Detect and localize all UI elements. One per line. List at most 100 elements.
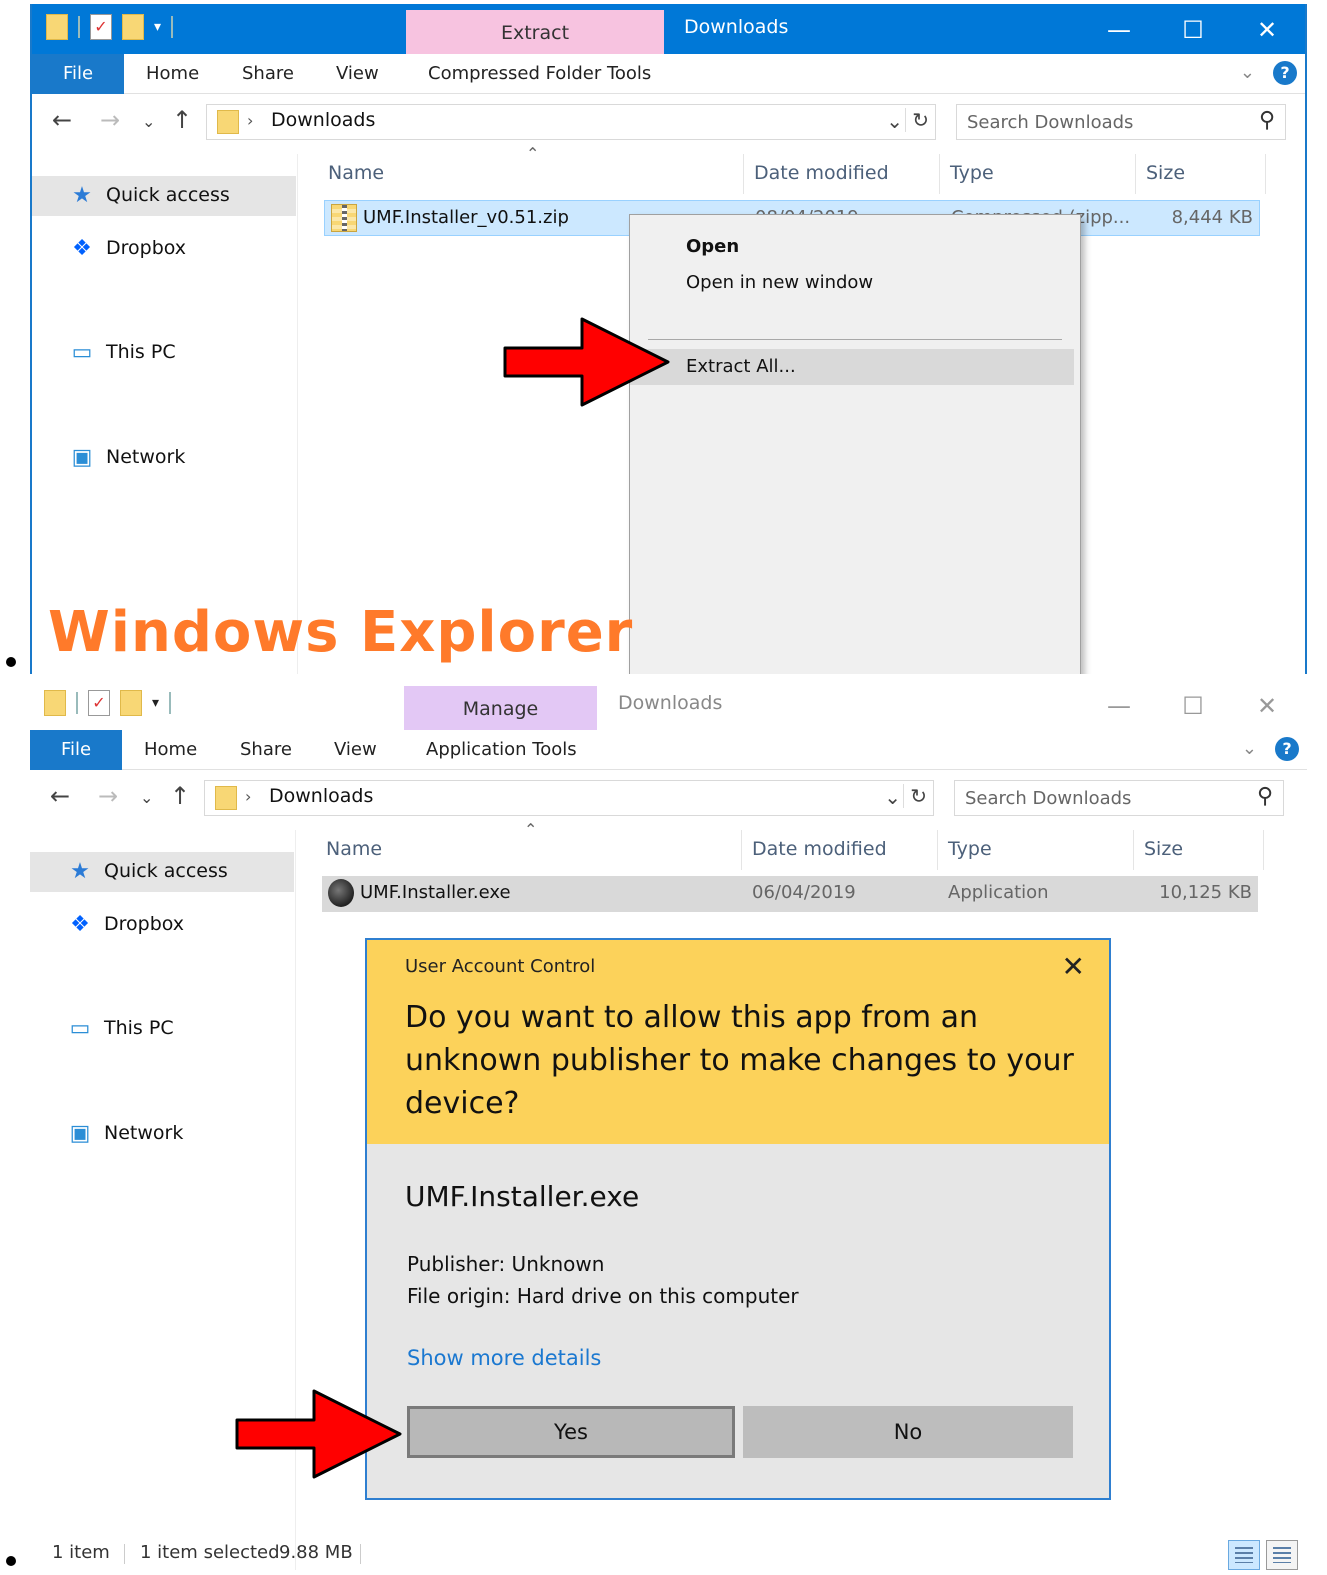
tab-share[interactable]: Share	[240, 730, 292, 770]
maximize-button[interactable]: ☐	[1156, 10, 1230, 50]
dropbox-icon: ❖	[72, 236, 92, 261]
address-dropdown-icon[interactable]: ⌄	[884, 785, 901, 809]
column-header-type[interactable]: Type	[940, 154, 1136, 194]
explorer-window-exe: ✓ ▾ Manage Downloads — ☐ ✕ File Home Sha…	[30, 680, 1307, 1575]
address-bar[interactable]: › Downloads ⌄ ↻	[206, 104, 936, 140]
details-view-icon[interactable]	[1228, 1540, 1260, 1570]
status-item-count: 1 item	[52, 1542, 110, 1563]
breadcrumb-chevron-icon[interactable]: ›	[247, 111, 253, 130]
breadcrumb-downloads[interactable]: Downloads	[271, 109, 375, 131]
file-row[interactable]: UMF.Installer.exe 06/04/2019 Application…	[322, 876, 1258, 912]
large-icons-view-icon[interactable]	[1266, 1540, 1298, 1570]
back-arrow-icon[interactable]: ←	[50, 782, 70, 810]
column-header-name[interactable]: Name	[318, 154, 744, 194]
back-arrow-icon[interactable]: ←	[52, 106, 72, 134]
file-date: 06/04/2019	[752, 882, 856, 903]
file-size: 8,444 KB	[1171, 207, 1253, 228]
properties-icon[interactable]: ✓	[90, 14, 112, 40]
file-size: 10,125 KB	[1159, 882, 1252, 903]
search-icon[interactable]: ⚲	[1259, 108, 1275, 133]
tab-home[interactable]: Home	[144, 730, 197, 770]
recent-locations-icon[interactable]: ⌄	[140, 788, 153, 807]
forward-arrow-icon[interactable]: →	[98, 782, 118, 810]
minimize-button[interactable]: —	[1082, 686, 1156, 726]
forward-arrow-icon[interactable]: →	[100, 106, 120, 134]
uac-question: Do you want to allow this app from an un…	[405, 1000, 1074, 1121]
menu-separator	[648, 339, 1062, 340]
show-more-details-link[interactable]: Show more details	[407, 1346, 601, 1370]
no-button[interactable]: No	[743, 1406, 1073, 1458]
tab-application-tools[interactable]: Application Tools	[426, 730, 577, 770]
up-arrow-icon[interactable]: ↑	[170, 782, 190, 810]
tab-file[interactable]: File	[30, 730, 122, 770]
nav-label: Quick access	[104, 860, 228, 882]
properties-icon[interactable]: ✓	[88, 690, 110, 716]
menu-item-extract-all[interactable]: Extract All...	[630, 349, 1074, 385]
nav-label: This PC	[106, 341, 176, 363]
nav-item-network[interactable]: ▣ Network	[30, 1114, 294, 1154]
tab-view[interactable]: View	[334, 730, 377, 770]
star-icon: ★	[70, 859, 90, 884]
menu-item-open-new-window[interactable]: Open in new window	[630, 265, 1074, 301]
red-arrow-annotation	[503, 317, 670, 407]
new-folder-icon[interactable]	[122, 14, 144, 40]
nav-item-network[interactable]: ▣ Network	[32, 438, 296, 478]
refresh-icon[interactable]: ↻	[903, 784, 927, 808]
folder-icon[interactable]	[46, 14, 68, 40]
search-input[interactable]	[967, 109, 1237, 135]
search-icon[interactable]: ⚲	[1257, 784, 1273, 809]
maximize-button[interactable]: ☐	[1156, 686, 1230, 726]
expand-ribbon-icon[interactable]: ⌄	[1240, 62, 1255, 83]
uac-app-name: UMF.Installer.exe	[405, 1180, 640, 1213]
nav-item-quick-access[interactable]: ★ Quick access	[30, 852, 294, 892]
tab-compressed-folder-tools[interactable]: Compressed Folder Tools	[428, 54, 651, 94]
search-input[interactable]	[965, 785, 1235, 811]
yes-button[interactable]: Yes	[407, 1406, 735, 1458]
search-box[interactable]: ⚲	[956, 104, 1286, 140]
toolbar-separator	[76, 692, 78, 714]
nav-item-this-pc[interactable]: ▭ This PC	[30, 1009, 294, 1049]
close-icon[interactable]: ✕	[1062, 950, 1085, 983]
tab-share[interactable]: Share	[242, 54, 294, 94]
up-arrow-icon[interactable]: ↑	[172, 106, 192, 134]
customize-toolbar-icon[interactable]: ▾	[154, 19, 161, 35]
menu-item-open[interactable]: Open	[630, 229, 1074, 265]
column-header-size[interactable]: Size	[1134, 830, 1264, 870]
column-header-type[interactable]: Type	[938, 830, 1134, 870]
expand-ribbon-icon[interactable]: ⌄	[1242, 738, 1257, 759]
contextual-tab-header: Extract	[406, 10, 664, 56]
column-header-size[interactable]: Size	[1136, 154, 1266, 194]
help-icon[interactable]: ?	[1275, 737, 1299, 761]
computer-icon: ▭	[71, 340, 93, 365]
file-name: UMF.Installer.exe	[360, 882, 511, 903]
tab-home[interactable]: Home	[146, 54, 199, 94]
column-header-name[interactable]: Name	[316, 830, 742, 870]
nav-item-dropbox[interactable]: ❖ Dropbox	[30, 905, 294, 945]
window-title: Downloads	[618, 692, 723, 714]
search-box[interactable]: ⚲	[954, 780, 1284, 816]
breadcrumb-chevron-icon[interactable]: ›	[245, 787, 251, 806]
tab-view[interactable]: View	[336, 54, 379, 94]
address-bar[interactable]: › Downloads ⌄ ↻	[204, 780, 934, 816]
breadcrumb-downloads[interactable]: Downloads	[269, 785, 373, 807]
customize-toolbar-icon[interactable]: ▾	[152, 695, 159, 711]
nav-item-dropbox[interactable]: ❖ Dropbox	[32, 229, 296, 269]
recent-locations-icon[interactable]: ⌄	[142, 112, 155, 131]
column-header-date[interactable]: Date modified	[744, 154, 940, 194]
close-button[interactable]: ✕	[1230, 10, 1304, 50]
minimize-button[interactable]: —	[1082, 10, 1156, 50]
close-button[interactable]: ✕	[1230, 686, 1304, 726]
nav-item-this-pc[interactable]: ▭ This PC	[32, 333, 296, 373]
navigation-pane: ★ Quick access ❖ Dropbox ▭ This PC ▣ Net…	[32, 154, 298, 674]
nav-item-quick-access[interactable]: ★ Quick access	[32, 176, 296, 216]
tab-file[interactable]: File	[32, 54, 124, 94]
computer-icon: ▭	[69, 1016, 91, 1041]
refresh-icon[interactable]: ↻	[905, 108, 929, 132]
new-folder-icon[interactable]	[120, 690, 142, 716]
address-dropdown-icon[interactable]: ⌄	[886, 109, 903, 133]
folder-icon[interactable]	[44, 690, 66, 716]
help-icon[interactable]: ?	[1273, 61, 1297, 85]
column-header-date[interactable]: Date modified	[742, 830, 938, 870]
explorer-window-zip: ✓ ▾ Extract Downloads — ☐ ✕ File Home Sh…	[30, 4, 1307, 674]
title-bar: ✓ ▾ Manage Downloads — ☐ ✕	[30, 680, 1307, 732]
